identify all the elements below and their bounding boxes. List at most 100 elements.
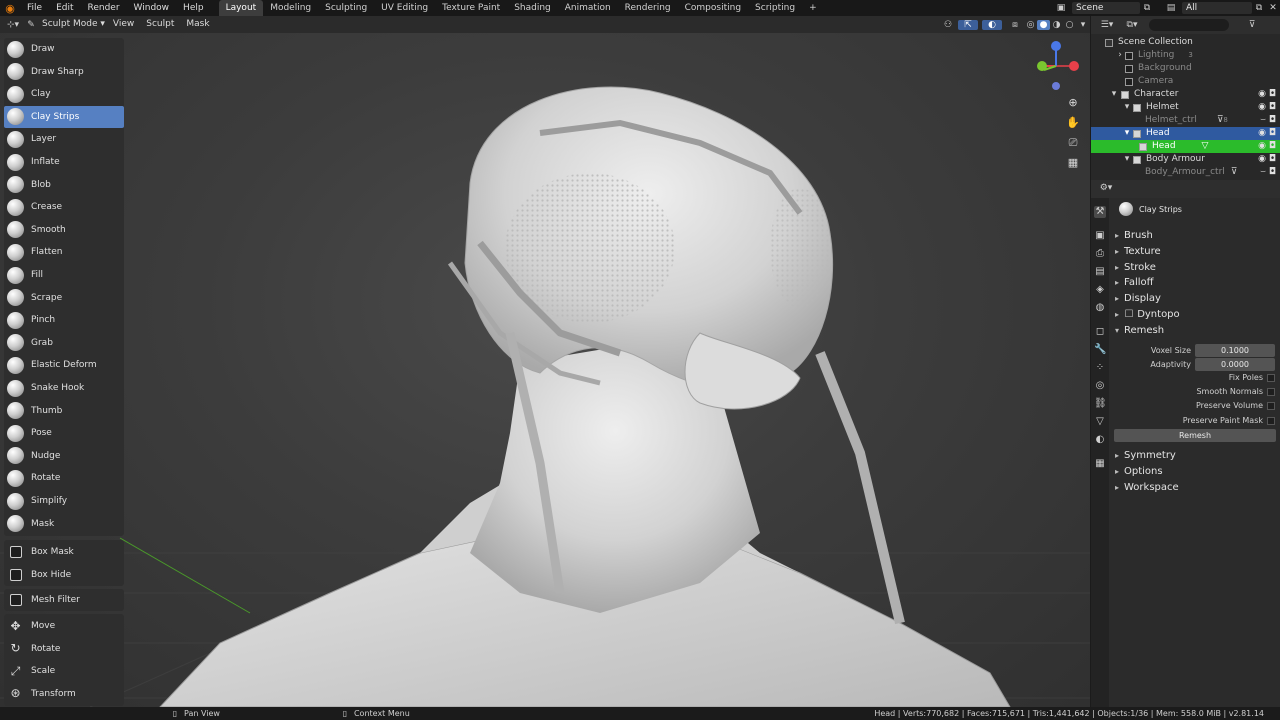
- outliner-row-body-armour-ctrl[interactable]: Body_Armour_ctrl ⊽ ⌣ ◘: [1091, 166, 1280, 179]
- visibility-icons[interactable]: ◉ ◘: [1258, 140, 1276, 153]
- 3d-viewport[interactable]: [0, 33, 1090, 707]
- fix-poles-checkbox[interactable]: Fix Poles: [1115, 371, 1277, 385]
- tool-blob[interactable]: Blob: [4, 174, 124, 196]
- scene-name-field[interactable]: Scene: [1072, 2, 1140, 14]
- menu-mask[interactable]: Mask: [180, 16, 215, 33]
- tool-mask[interactable]: Mask: [4, 513, 124, 535]
- tool-transform[interactable]: ⊛ Transform: [4, 683, 124, 705]
- tab-layout[interactable]: Layout: [218, 0, 264, 16]
- panel-symmetry[interactable]: ▸ Symmetry: [1115, 448, 1275, 463]
- tool-box-mask[interactable]: Box Mask: [4, 541, 124, 563]
- visibility-icons[interactable]: ◉ ◘: [1258, 101, 1276, 114]
- display-mode-icon[interactable]: ⧉▾: [1121, 20, 1143, 30]
- panel-remesh[interactable]: ▾ Remesh: [1115, 323, 1275, 338]
- dyntopo-checkbox[interactable]: ☐: [1124, 307, 1134, 322]
- exclude-checkbox[interactable]: [1125, 51, 1133, 60]
- outliner-row-character[interactable]: ▾ Character ◉ ◘: [1091, 88, 1280, 101]
- expand-arrow-icon[interactable]: ›: [1115, 49, 1125, 62]
- shading-solid-icon[interactable]: ●: [1037, 19, 1050, 30]
- tool-inflate[interactable]: Inflate: [4, 151, 124, 173]
- tab-rendering[interactable]: Rendering: [618, 0, 678, 16]
- tool-flatten[interactable]: Flatten: [4, 241, 124, 263]
- new-view-layer-icon[interactable]: ⧉: [1252, 3, 1266, 13]
- exclude-checkbox[interactable]: [1125, 64, 1133, 73]
- tab-sculpting[interactable]: Sculpting: [318, 0, 374, 16]
- close-view-layer-icon[interactable]: ✕: [1266, 3, 1280, 13]
- perspective-grid-icon[interactable]: ▦: [1066, 156, 1080, 170]
- outliner-row-background[interactable]: Background: [1091, 62, 1280, 75]
- y-axis-handle[interactable]: [1037, 61, 1047, 71]
- world-tab-icon[interactable]: ◍: [1094, 302, 1106, 314]
- outliner-row-body-armour[interactable]: ▾ Body Armour ◉ ◘: [1091, 153, 1280, 166]
- editor-type-icon[interactable]: ⊹▾: [0, 20, 26, 30]
- collapse-arrow-icon[interactable]: ▾: [1121, 127, 1133, 140]
- outliner-row-helmet[interactable]: ▾ Helmet ◉ ◘: [1091, 101, 1280, 114]
- panel-texture[interactable]: ▸ Texture: [1115, 244, 1275, 259]
- navigation-gizmo[interactable]: [1030, 40, 1082, 92]
- tool-draw[interactable]: Draw: [4, 38, 124, 60]
- tool-thumb[interactable]: Thumb: [4, 400, 124, 422]
- modifier-tab-icon[interactable]: 🔧: [1094, 344, 1106, 356]
- menu-sculpt[interactable]: Sculpt: [140, 16, 180, 33]
- shading-material-icon[interactable]: ◑: [1050, 20, 1063, 30]
- view-layer-icon[interactable]: ▤: [1160, 3, 1182, 13]
- view-layer-tab-icon[interactable]: ▤: [1094, 266, 1106, 278]
- tool-clay-strips[interactable]: Clay Strips: [4, 105, 124, 128]
- menu-file[interactable]: File: [20, 0, 49, 16]
- constraints-tab-icon[interactable]: ⛓: [1094, 398, 1107, 410]
- exclude-checkbox[interactable]: [1133, 103, 1141, 112]
- object-tab-icon[interactable]: ◻: [1094, 326, 1106, 338]
- neg-z-axis-handle[interactable]: [1052, 82, 1060, 90]
- outliner-row-lighting[interactable]: › Lighting 3: [1091, 49, 1280, 62]
- tab-compositing[interactable]: Compositing: [678, 0, 748, 16]
- new-scene-icon[interactable]: ⧉: [1140, 3, 1154, 13]
- tab-uv-editing[interactable]: UV Editing: [374, 0, 435, 16]
- preserve-paint-mask-checkbox[interactable]: Preserve Paint Mask: [1115, 414, 1277, 428]
- tab-animation[interactable]: Animation: [558, 0, 618, 16]
- particles-tab-icon[interactable]: ⁘: [1094, 362, 1106, 374]
- panel-workspace[interactable]: ▸ Workspace: [1115, 480, 1275, 495]
- tool-elastic-deform[interactable]: Elastic Deform: [4, 354, 124, 376]
- blender-logo-icon[interactable]: ◉: [0, 2, 20, 15]
- panel-stroke[interactable]: ▸ Stroke: [1115, 260, 1275, 275]
- tool-fill[interactable]: Fill: [4, 264, 124, 286]
- tool-scrape[interactable]: Scrape: [4, 287, 124, 309]
- shading-options-icon[interactable]: ▾: [1076, 20, 1090, 30]
- outliner-row-head-object[interactable]: Head ▽ ◉ ◘: [1091, 140, 1280, 153]
- outliner-row-head-collection[interactable]: ▾ Head ◉ ◘: [1091, 127, 1280, 140]
- outliner-row-scene-collection[interactable]: Scene Collection: [1091, 36, 1280, 49]
- smooth-normals-checkbox[interactable]: Smooth Normals: [1115, 385, 1277, 399]
- preserve-volume-checkbox[interactable]: Preserve Volume: [1115, 399, 1277, 413]
- tool-rotate-brush[interactable]: Rotate: [4, 467, 124, 489]
- view-object-types-icon[interactable]: ⚇: [938, 20, 958, 30]
- menu-edit[interactable]: Edit: [49, 0, 80, 16]
- exclude-checkbox[interactable]: [1133, 155, 1141, 164]
- panel-options[interactable]: ▸ Options: [1115, 464, 1275, 479]
- pan-hand-icon[interactable]: ✋: [1066, 116, 1080, 130]
- shading-wireframe-icon[interactable]: ◎: [1024, 20, 1037, 30]
- visibility-icons[interactable]: ⌣ ◘: [1260, 114, 1276, 127]
- collapse-arrow-icon[interactable]: ▾: [1121, 153, 1133, 166]
- camera-view-icon[interactable]: ⎚: [1066, 136, 1080, 150]
- tool-grab[interactable]: Grab: [4, 332, 124, 354]
- tool-simplify[interactable]: Simplify: [4, 490, 124, 512]
- xray-toggle-icon[interactable]: ⧈: [1006, 20, 1024, 30]
- tool-mesh-filter[interactable]: Mesh Filter: [4, 589, 124, 611]
- outliner-row-camera[interactable]: Camera: [1091, 75, 1280, 88]
- voxel-size-field[interactable]: 0.1000: [1195, 343, 1275, 357]
- tool-snake-hook[interactable]: Snake Hook: [4, 377, 124, 399]
- scene-icon[interactable]: ▣: [1050, 3, 1072, 13]
- overlays-toggle-icon[interactable]: ◐: [982, 19, 1002, 30]
- tool-nudge[interactable]: Nudge: [4, 445, 124, 467]
- visibility-icons[interactable]: ◉ ◘: [1258, 127, 1276, 140]
- tool-layer[interactable]: Layer: [4, 128, 124, 150]
- tool-scale[interactable]: ⤢ Scale: [4, 660, 124, 682]
- filter-icon[interactable]: ⊽: [1243, 20, 1261, 30]
- z-axis-handle[interactable]: [1051, 41, 1061, 51]
- tool-box-hide[interactable]: Box Hide: [4, 564, 124, 586]
- shading-rendered-icon[interactable]: ○: [1063, 20, 1076, 30]
- outliner-search-input[interactable]: [1149, 19, 1229, 31]
- tab-shading[interactable]: Shading: [507, 0, 558, 16]
- tab-modeling[interactable]: Modeling: [263, 0, 318, 16]
- mode-selector[interactable]: Sculpt Mode ▾: [36, 16, 107, 33]
